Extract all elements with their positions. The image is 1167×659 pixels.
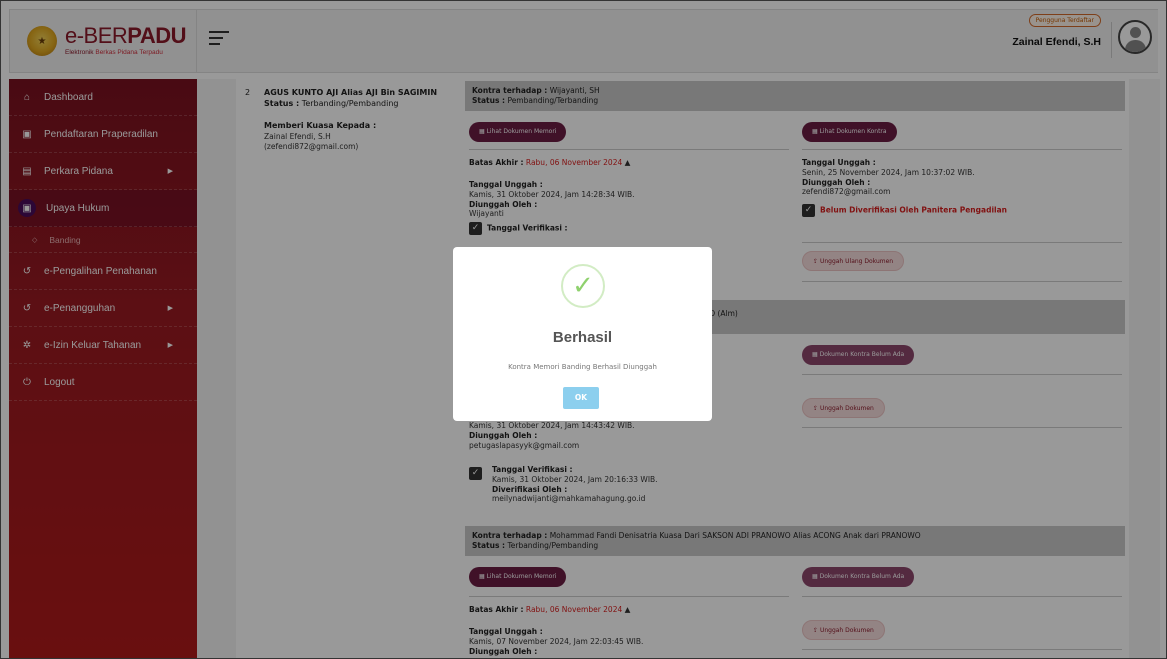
success-check-icon: ✓ [561,264,605,308]
ok-button[interactable]: OK [563,387,599,409]
app-window: ★ e-BERPADU Elektronik Berkas Pidana Ter… [0,0,1167,659]
dialog-message: Kontra Memori Banding Berhasil Diunggah [508,363,657,371]
dialog-title: Berhasil [552,329,613,346]
success-dialog: ✓ Berhasil Kontra Memori Banding Berhasi… [453,247,712,421]
